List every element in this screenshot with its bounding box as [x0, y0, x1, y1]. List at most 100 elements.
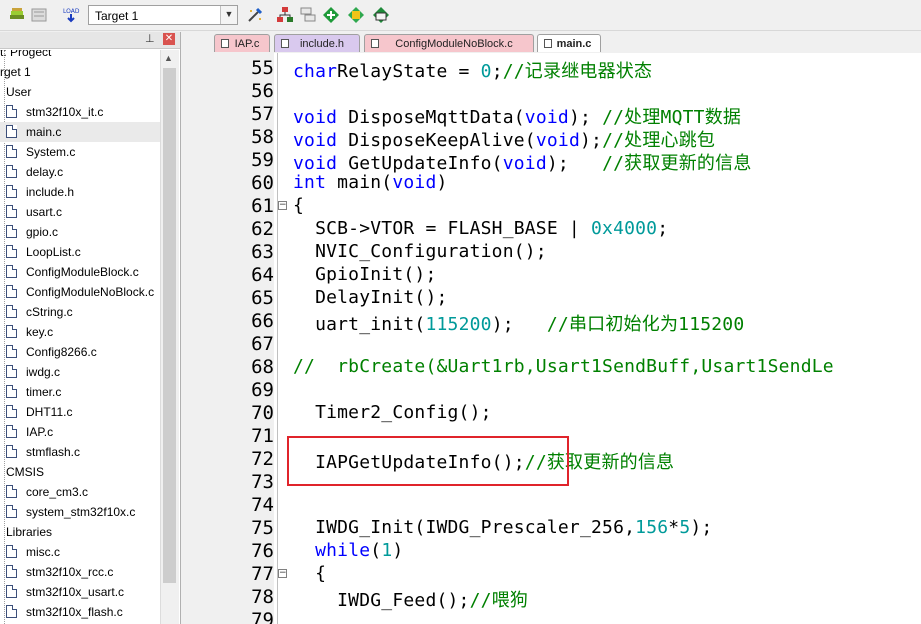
- tree-file-item[interactable]: delay.c: [0, 162, 160, 182]
- tab-label: IAP.c: [234, 38, 260, 50]
- tree-file-item[interactable]: key.c: [0, 322, 160, 342]
- code-token: Timer2_Config();: [293, 402, 492, 423]
- tree-file-item[interactable]: Config8266.c: [0, 342, 160, 362]
- tree-group-item[interactable]: User: [0, 82, 160, 102]
- code-line: 63 NVIC_Configuration();: [182, 240, 921, 263]
- tree-file-item[interactable]: core_cm3.c: [0, 482, 160, 502]
- tab-main-c[interactable]: main.c: [537, 34, 601, 52]
- scroll-thumb[interactable]: [163, 68, 176, 583]
- tree-item-label: timer.c: [26, 385, 62, 399]
- chevron-down-icon[interactable]: ▼: [220, 6, 237, 24]
- tree-file-item[interactable]: stm32f10x_usart.c: [0, 582, 160, 602]
- pack-installer-icon[interactable]: [347, 6, 365, 24]
- file-icon: [6, 505, 17, 518]
- code-line: 55 charRelayState = 0;//记录继电器状态: [182, 56, 921, 82]
- tree-file-item[interactable]: include.h: [0, 182, 160, 202]
- line-number: 55: [251, 57, 274, 79]
- line-number: 77: [251, 563, 274, 585]
- project-panel: ⊥ ✕ t: Progect rget 1 User stm32f10x_it.cma…: [0, 32, 181, 624]
- code-line: 74: [182, 493, 921, 516]
- tree-item-label: stm32f10x_it.c: [26, 105, 104, 119]
- tab-iap-c[interactable]: IAP.c: [214, 34, 270, 52]
- tree-file-item[interactable]: stm32f10x_rcc.c: [0, 562, 160, 582]
- file-icon: [6, 165, 17, 178]
- line-number: 62: [251, 218, 274, 240]
- tree-file-item[interactable]: iwdg.c: [0, 362, 160, 382]
- line-number: 74: [251, 494, 274, 516]
- pin-icon[interactable]: ⊥: [145, 32, 155, 45]
- load-icon[interactable]: LOAD: [62, 6, 80, 24]
- tree-file-item[interactable]: timer.c: [0, 382, 160, 402]
- target-options-icon[interactable]: [246, 6, 264, 24]
- keyword-token: while: [315, 540, 371, 561]
- build-icon[interactable]: [30, 6, 48, 24]
- tree-file-item[interactable]: System.c: [0, 142, 160, 162]
- tab-configmodulenoblock-c[interactable]: ConfigModuleNoBlock.c: [364, 34, 534, 52]
- project-panel-header: ⊥ ✕: [0, 32, 180, 49]
- tree-group-item[interactable]: Libraries: [0, 522, 160, 542]
- fold-toggle-icon[interactable]: −: [278, 201, 287, 210]
- tree-group-item[interactable]: CMSIS: [0, 462, 160, 482]
- keyword-token: void: [392, 172, 437, 193]
- tree-item-label: Config8266.c: [26, 345, 97, 359]
- manage-project-icon[interactable]: [276, 6, 294, 24]
- code-editor[interactable]: 55 charRelayState = 0;//记录继电器状态 56 57 void D…: [182, 53, 921, 624]
- manage-rte-icon[interactable]: [372, 6, 390, 24]
- tree-file-item[interactable]: stmflash.c: [0, 442, 160, 462]
- tree-file-item[interactable]: IAP.c: [0, 422, 160, 442]
- tree-file-item[interactable]: main.c: [0, 122, 160, 142]
- tree-group-item[interactable]: t: Progect: [0, 50, 160, 62]
- line-number: 63: [251, 241, 274, 263]
- tree-file-item[interactable]: system_stm32f10x.c: [0, 502, 160, 522]
- tree-item-label: DHT11.c: [26, 405, 73, 419]
- file-icon: [6, 145, 17, 158]
- code-line: 69: [182, 378, 921, 401]
- project-scrollbar[interactable]: ▲: [160, 50, 179, 624]
- tree-item-label: CMSIS: [6, 465, 45, 479]
- file-extensions-icon[interactable]: [299, 6, 317, 24]
- code-line: 62 SCB->VTOR = FLASH_BASE | 0x4000;: [182, 217, 921, 240]
- tree-file-item[interactable]: stm32f10x_it.c: [0, 102, 160, 122]
- tree-item-label: stmflash.c: [26, 445, 81, 459]
- line-number: 78: [251, 586, 274, 608]
- line-number: 79: [251, 609, 274, 624]
- tree-file-item[interactable]: ConfigModuleBlock.c: [0, 262, 160, 282]
- code-text: int main(void): [293, 172, 448, 193]
- code-line: 56: [182, 79, 921, 102]
- number-token: 5: [679, 517, 691, 538]
- tree-file-item[interactable]: DHT11.c: [0, 402, 160, 422]
- file-icon: [6, 265, 17, 278]
- select-packs-icon[interactable]: [322, 6, 340, 24]
- tree-item-label: usart.c: [26, 205, 63, 219]
- tree-file-item[interactable]: gpio.c: [0, 222, 160, 242]
- tree-file-item[interactable]: cString.c: [0, 302, 160, 322]
- file-icon: [6, 565, 17, 578]
- tree-group-item[interactable]: rget 1: [0, 62, 160, 82]
- code-token: SCB->VTOR = FLASH_BASE |: [293, 218, 591, 239]
- tree-file-item[interactable]: ConfigModuleNoBlock.c: [0, 282, 160, 302]
- highlight-box: [287, 436, 569, 486]
- toolbar: LOAD Target 1 ▼: [0, 0, 921, 31]
- code-line: 64 GpioInit();: [182, 263, 921, 286]
- tree-file-item[interactable]: misc.c: [0, 542, 160, 562]
- scroll-up-icon[interactable]: ▲: [164, 53, 173, 63]
- code-line: 61−{: [182, 194, 921, 217]
- translate-icon[interactable]: [8, 6, 26, 24]
- code-text: IWDG_Init(IWDG_Prescaler_256,156*5);: [293, 517, 712, 538]
- code-line: 76 while(1): [182, 539, 921, 562]
- close-icon[interactable]: ✕: [163, 33, 175, 45]
- tree-file-item[interactable]: usart.c: [0, 202, 160, 222]
- line-number: 67: [251, 333, 274, 355]
- tab-include-h[interactable]: include.h: [274, 34, 360, 52]
- code-token: ;: [657, 218, 669, 239]
- tree-file-item[interactable]: stm32f10x_flash.c: [0, 602, 160, 622]
- target-select-value: Target 1: [95, 9, 139, 23]
- line-number: 70: [251, 402, 274, 424]
- target-select[interactable]: Target 1 ▼: [88, 5, 238, 25]
- file-icon: [6, 345, 17, 358]
- fold-toggle-icon[interactable]: −: [278, 569, 287, 578]
- tree-item-label: include.h: [26, 185, 75, 199]
- code-line: 58 void DisposeKeepAlive(void);//处理心跳包: [182, 125, 921, 151]
- tree-file-item[interactable]: LoopList.c: [0, 242, 160, 262]
